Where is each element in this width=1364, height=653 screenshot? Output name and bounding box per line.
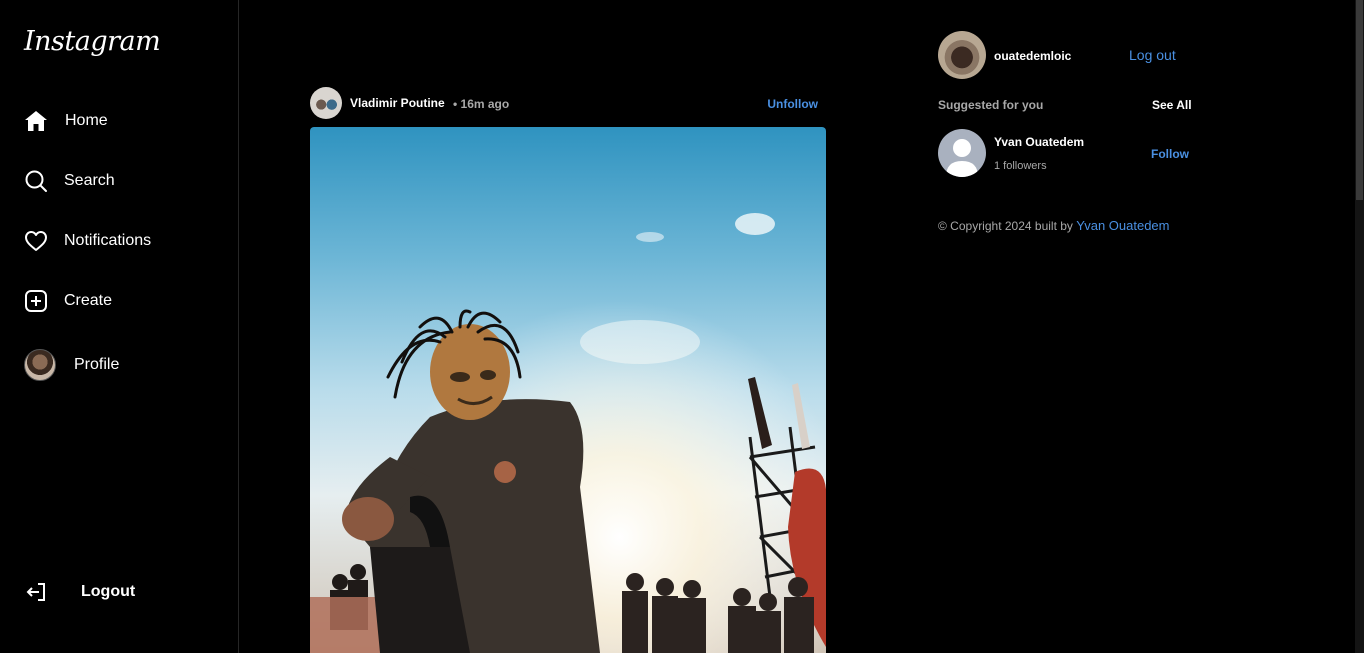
sidebar-logout[interactable]: Logout [24, 574, 135, 610]
post-username[interactable]: Vladimir Poutine [350, 96, 445, 110]
scrollbar[interactable] [1355, 0, 1364, 653]
log-out-link[interactable]: Log out [1129, 47, 1176, 63]
sidebar-item-home[interactable]: Home [24, 103, 108, 139]
copyright-author-link[interactable]: Yvan Ouatedem [1076, 218, 1169, 233]
sidebar-item-label: Create [64, 292, 113, 309]
search-icon [24, 169, 48, 193]
sidebar-item-label: Search [64, 172, 115, 189]
current-username[interactable]: ouatedemloic [994, 49, 1071, 63]
sidebar-item-label: Home [65, 112, 108, 129]
sidebar-item-label: Notifications [64, 232, 152, 249]
copyright: © Copyright 2024 built by Yvan Ouatedem [938, 218, 1170, 233]
suggestion-name[interactable]: Yvan Ouatedem [994, 135, 1084, 149]
sidebar-item-label: Profile [74, 356, 120, 373]
post-image[interactable] [310, 127, 826, 653]
post-header: Vladimir Poutine • 16m ago Unfollow [310, 87, 826, 119]
plus-square-icon [24, 289, 48, 313]
unfollow-button[interactable]: Unfollow [767, 97, 818, 111]
avatar[interactable] [938, 129, 986, 177]
see-all-link[interactable]: See All [1152, 98, 1192, 112]
sidebar-item-profile[interactable]: Profile [24, 347, 119, 383]
suggested-title: Suggested for you [938, 98, 1044, 112]
sidebar-item-notifications[interactable]: Notifications [24, 223, 151, 259]
avatar[interactable] [938, 31, 986, 79]
avatar [24, 349, 56, 381]
sidebar: Instagram Home Search Notifications Crea… [0, 0, 239, 653]
home-icon [24, 109, 48, 133]
default-avatar-icon [946, 139, 978, 177]
follow-button[interactable]: Follow [1151, 147, 1189, 161]
sidebar-item-create[interactable]: Create [24, 283, 112, 319]
logout-label: Logout [81, 583, 136, 600]
avatar[interactable] [310, 87, 342, 119]
sidebar-item-search[interactable]: Search [24, 163, 115, 199]
copyright-text: © Copyright 2024 built by [938, 219, 1073, 233]
suggestion-followers: 1 followers [994, 160, 1047, 172]
scrollbar-thumb[interactable] [1356, 0, 1363, 200]
instagram-logo[interactable]: Instagram [24, 26, 161, 57]
logout-icon [24, 580, 48, 604]
post-time: • 16m ago [453, 97, 510, 111]
heart-icon [24, 229, 48, 253]
